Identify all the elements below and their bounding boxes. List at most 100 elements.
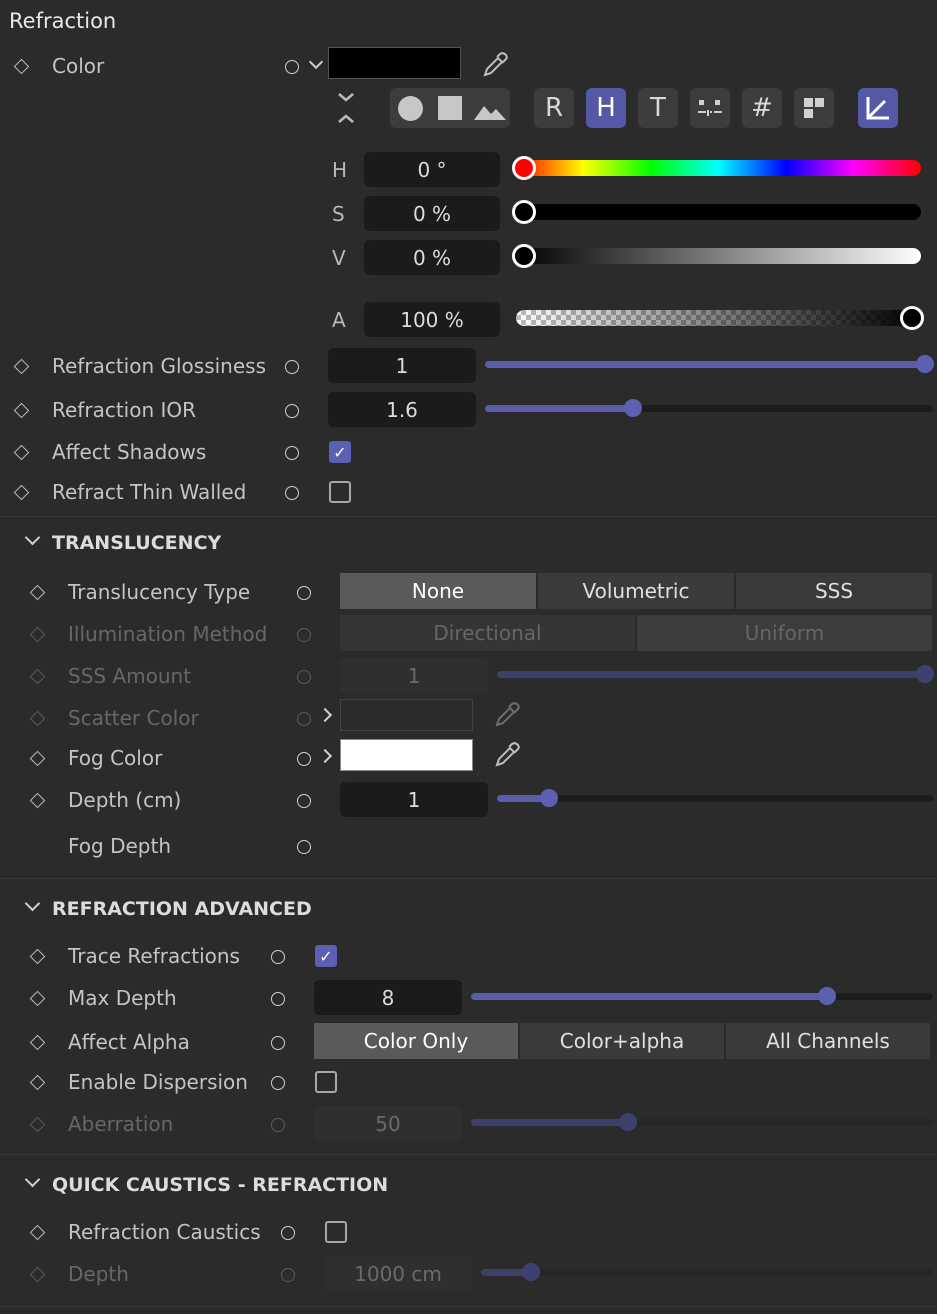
refraction-caustics-checkbox[interactable] xyxy=(325,1221,347,1243)
animate-circle-icon[interactable] xyxy=(285,404,299,418)
slider-handle[interactable] xyxy=(818,987,836,1005)
keyframe-diamond-icon[interactable] xyxy=(29,1224,46,1241)
saturation-slider[interactable] xyxy=(516,204,921,220)
hue-slider[interactable] xyxy=(516,160,921,176)
keyframe-diamond-icon[interactable] xyxy=(29,792,46,809)
value-field[interactable]: 0 % xyxy=(364,240,500,275)
keyframe-diamond-icon[interactable] xyxy=(29,948,46,965)
trace-refractions-checkbox[interactable]: ✓ xyxy=(315,945,337,967)
v-label: V xyxy=(332,246,346,270)
saturation-field[interactable]: 0 % xyxy=(364,196,500,231)
eyedropper-icon[interactable] xyxy=(492,740,522,775)
option-none[interactable]: None xyxy=(340,573,536,609)
keyframe-diamond-icon[interactable] xyxy=(13,484,30,501)
animate-circle-icon xyxy=(297,712,311,726)
eyedropper-icon[interactable] xyxy=(480,50,510,85)
animate-circle-icon[interactable] xyxy=(271,992,285,1006)
square-mode-icon[interactable] xyxy=(438,96,462,120)
swatches-mode-icon[interactable] xyxy=(794,88,834,128)
keyframe-diamond-icon[interactable] xyxy=(13,444,30,461)
slider-handle[interactable] xyxy=(624,399,642,417)
depth-cm-field[interactable]: 1 xyxy=(340,782,488,817)
option-color-only[interactable]: Color Only xyxy=(314,1023,518,1059)
keyframe-diamond-icon[interactable] xyxy=(13,358,30,375)
animate-circle-icon[interactable] xyxy=(297,752,311,766)
color-label: Color xyxy=(52,54,105,78)
hsv-mode-button[interactable]: H xyxy=(586,88,626,128)
chevron-right-icon[interactable] xyxy=(317,707,333,723)
fog-color-swatch[interactable] xyxy=(340,739,473,771)
refract-thin-walled-label: Refract Thin Walled xyxy=(52,480,247,504)
animate-circle-icon[interactable] xyxy=(297,586,311,600)
slider-handle[interactable] xyxy=(540,789,558,807)
wheel-mode-icon[interactable] xyxy=(398,96,423,121)
keyframe-diamond-icon[interactable] xyxy=(29,750,46,767)
animate-circle-icon[interactable] xyxy=(285,60,299,74)
animate-circle-icon[interactable] xyxy=(271,1076,285,1090)
keyframe-diamond-icon xyxy=(29,626,46,643)
enable-dispersion-checkbox[interactable] xyxy=(315,1071,337,1093)
section-divider xyxy=(0,1154,937,1155)
option-all-channels[interactable]: All Channels xyxy=(726,1023,930,1059)
affect-shadows-checkbox[interactable]: ✓ xyxy=(329,441,351,463)
chevron-down-icon[interactable] xyxy=(24,529,41,546)
value-slider-handle[interactable] xyxy=(512,244,536,268)
option-sss[interactable]: SSS xyxy=(736,573,932,609)
mixer-mode-icon[interactable] xyxy=(690,88,730,128)
chevron-down-icon[interactable] xyxy=(24,1171,41,1188)
value-slider[interactable] xyxy=(516,248,921,264)
keyframe-diamond-icon[interactable] xyxy=(13,402,30,419)
keyframe-diamond-icon xyxy=(29,710,46,727)
scatter-color-swatch xyxy=(340,699,473,731)
option-volumetric[interactable]: Volumetric xyxy=(538,573,734,609)
section-divider xyxy=(0,1306,937,1307)
max-depth-field[interactable]: 8 xyxy=(314,980,462,1015)
animate-circle-icon[interactable] xyxy=(297,794,311,808)
refract-thin-walled-checkbox[interactable] xyxy=(329,481,351,503)
max-depth-label: Max Depth xyxy=(68,986,177,1010)
keyframe-diamond-icon[interactable] xyxy=(29,1074,46,1091)
hue-field[interactable]: 0 ° xyxy=(364,152,500,187)
quick-caustics-header[interactable]: QUICK CAUSTICS - REFRACTION xyxy=(52,1174,388,1196)
option-directional: Directional xyxy=(340,615,635,651)
chevron-down-icon[interactable] xyxy=(308,54,324,70)
alpha-slider-handle[interactable] xyxy=(900,306,924,330)
illumination-method-segmented: Directional Uniform xyxy=(340,615,934,651)
keyframe-diamond-icon[interactable] xyxy=(29,1034,46,1051)
animate-circle-icon[interactable] xyxy=(271,1036,285,1050)
chevron-right-icon[interactable] xyxy=(317,748,333,764)
animate-circle-icon[interactable] xyxy=(285,446,299,460)
chevron-down-icon[interactable] xyxy=(24,895,41,912)
slider-fill xyxy=(471,1119,628,1126)
animate-circle-icon[interactable] xyxy=(281,1226,295,1240)
alpha-field[interactable]: 100 % xyxy=(364,302,500,337)
trace-refractions-label: Trace Refractions xyxy=(68,944,240,968)
slider-handle[interactable] xyxy=(916,355,934,373)
temperature-mode-button[interactable]: T xyxy=(638,88,678,128)
animate-circle-icon[interactable] xyxy=(271,950,285,964)
refraction-advanced-header[interactable]: REFRACTION ADVANCED xyxy=(52,898,312,920)
depth-cm-slider[interactable] xyxy=(497,795,933,802)
keyframe-diamond-icon[interactable] xyxy=(29,990,46,1007)
animate-circle-icon[interactable] xyxy=(285,360,299,374)
collapse-arrows-icon[interactable] xyxy=(335,90,357,126)
refraction-caustics-label: Refraction Caustics xyxy=(68,1220,261,1244)
linear-color-icon[interactable] xyxy=(858,88,898,128)
saturation-slider-handle[interactable] xyxy=(512,200,536,224)
rgb-mode-button[interactable]: R xyxy=(534,88,574,128)
option-color-alpha[interactable]: Color+alpha xyxy=(520,1023,724,1059)
refraction-glossiness-field[interactable]: 1 xyxy=(328,348,476,383)
hex-mode-button[interactable]: # xyxy=(742,88,782,128)
refraction-ior-field[interactable]: 1.6 xyxy=(328,392,476,427)
keyframe-diamond-icon[interactable] xyxy=(29,584,46,601)
translucency-type-label: Translucency Type xyxy=(68,580,251,604)
hue-slider-handle[interactable] xyxy=(512,156,536,180)
alpha-slider[interactable] xyxy=(516,310,921,326)
translucency-header[interactable]: TRANSLUCENCY xyxy=(52,532,221,554)
color-swatch[interactable] xyxy=(328,47,461,79)
animate-circle-icon[interactable] xyxy=(297,840,311,854)
animate-circle-icon[interactable] xyxy=(285,486,299,500)
slider-fill xyxy=(485,405,633,412)
keyframe-diamond-icon[interactable] xyxy=(13,58,30,75)
image-mode-icon[interactable] xyxy=(474,100,506,127)
